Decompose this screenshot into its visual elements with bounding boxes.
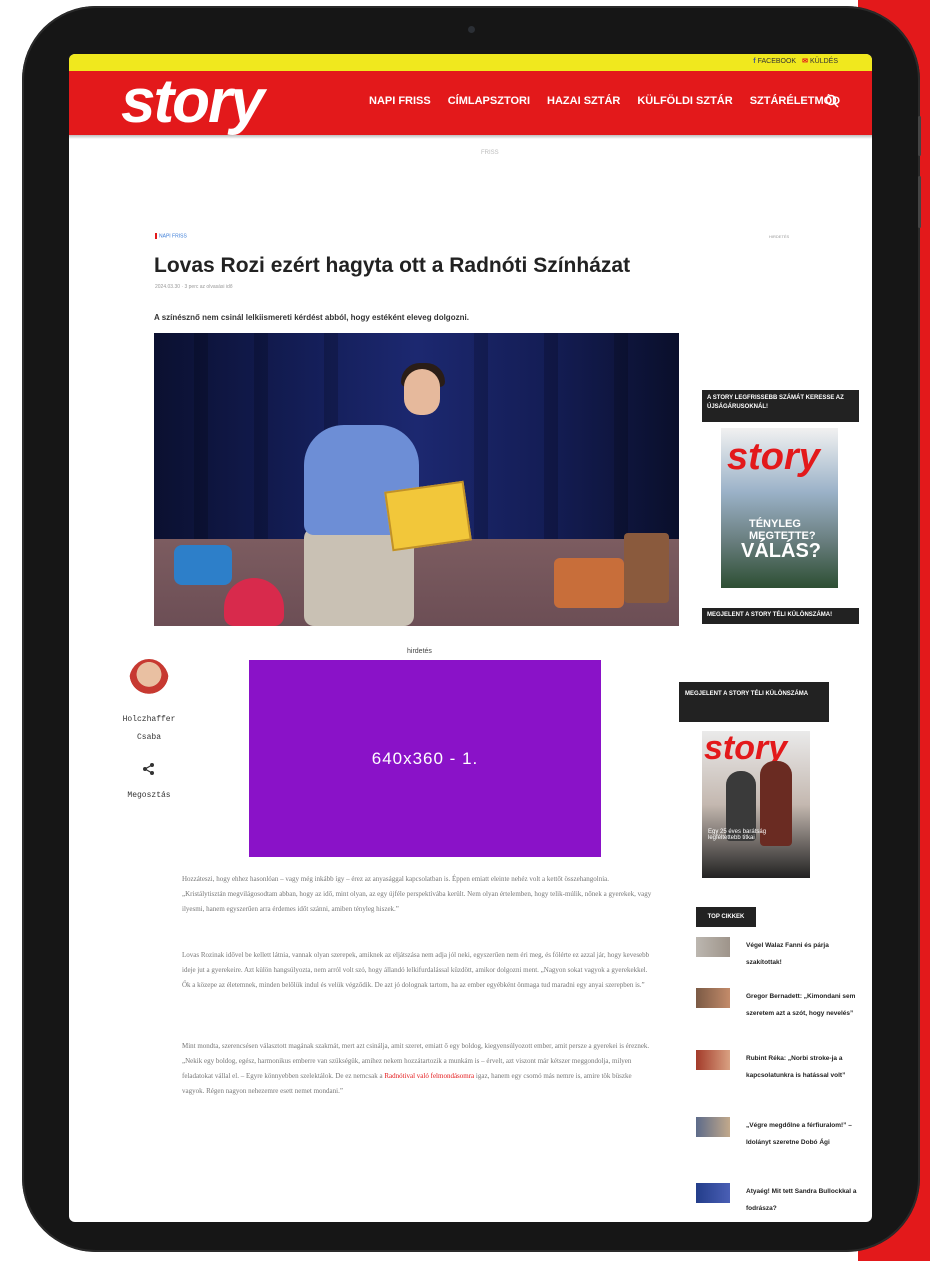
ad-label: hirdetés xyxy=(407,648,432,655)
top-article-thumb[interactable] xyxy=(696,1117,730,1137)
top-article-item[interactable]: Rubint Réka: „Norbi stroke-ja a kapcsola… xyxy=(696,1050,866,1100)
cover-small-text: TÉNYLEG MEGTETTE? xyxy=(749,518,816,542)
nav-cimlapsztori[interactable]: CÍMLAPSZTORI xyxy=(448,95,530,107)
camera-dot xyxy=(468,26,475,33)
tagline: FRISS xyxy=(481,150,499,156)
top-article-thumb[interactable] xyxy=(696,1050,730,1070)
share-block[interactable]: Megosztás xyxy=(109,762,189,800)
nav-hazai-sztar[interactable]: HAZAI SZTÁR xyxy=(547,95,620,107)
nav-shadow xyxy=(69,135,872,139)
promo-winter-issue-link[interactable]: MEGJELENT A STORY TÉLI KÜLÖNSZÁMA! xyxy=(702,608,859,624)
main-nav: NAPI FRISS CÍMLAPSZTORI HAZAI SZTÁR KÜLF… xyxy=(369,95,840,107)
hero-image xyxy=(154,333,679,626)
category-label[interactable]: NAPI FRISS xyxy=(155,233,187,239)
article-paragraph-3: Mint mondta, szerencsésen választott mag… xyxy=(182,1039,652,1099)
author-avatar[interactable] xyxy=(129,659,169,703)
cover-winter-text: Egy 25 éves barátság legféltettebb titka… xyxy=(708,829,767,841)
site-logo[interactable]: story xyxy=(121,71,265,133)
author-name[interactable]: Holczhaffer Csaba xyxy=(109,711,189,747)
top-article-title[interactable]: Gregor Bernadett: „Kimondani sem szerete… xyxy=(746,988,866,1022)
cover-big-text: VÁLÁS? xyxy=(741,540,821,562)
article-paragraph-1: Hozzáteszi, hogy ehhez hasonlóan – vagy … xyxy=(182,875,652,913)
top-links: f FACEBOOK ✉ KÜLDÉS xyxy=(753,57,838,66)
promo-winter-issue-title: MEGJELENT A STORY TÉLI KÜLÖNSZÁMA xyxy=(679,682,829,722)
facebook-link[interactable]: f FACEBOOK xyxy=(753,57,796,65)
top-article-thumb[interactable] xyxy=(696,937,730,957)
top-article-thumb[interactable] xyxy=(696,988,730,1008)
magazine-cover-latest[interactable]: story TÉNYLEG MEGTETTE? VÁLÁS? xyxy=(721,428,838,588)
volume-button xyxy=(918,116,921,156)
article-paragraph-2: Lovas Rozinak idővel be kellett látnia, … xyxy=(182,951,650,989)
facebook-label: FACEBOOK xyxy=(757,57,797,65)
nav-kulfoldi-sztar[interactable]: KÜLFÖLDI SZTÁR xyxy=(637,95,732,107)
promo-latest-issue-title: A STORY LEGFRISSEBB SZÁMÁT KERESSE AZ ÚJ… xyxy=(702,390,859,422)
top-article-title[interactable]: Végel Walaz Fanni és párja szakítottak! xyxy=(746,937,866,971)
top-article-title[interactable]: Rubint Réka: „Norbi stroke-ja a kapcsola… xyxy=(746,1050,866,1084)
share-icon[interactable] xyxy=(142,762,156,776)
top-article-item[interactable]: „Végre megdőlne a férfiuralom!” – Idolán… xyxy=(696,1117,866,1167)
top-article-item[interactable]: Végel Walaz Fanni és párja szakítottak! xyxy=(696,937,866,987)
mail-label: KÜLDÉS xyxy=(809,57,838,65)
nav-napi-friss[interactable]: NAPI FRISS xyxy=(369,95,431,107)
article-meta: 2024.03.30 · 3 perc az olvasási idő xyxy=(155,284,233,290)
magazine-cover-winter[interactable]: story Egy 25 éves barátság legféltettebb… xyxy=(702,731,810,878)
facebook-icon: f xyxy=(753,57,756,65)
article-lead: A színésznő nem csinál lelkiismereti kér… xyxy=(154,313,469,322)
top-article-title[interactable]: „Végre megdőlne a férfiuralom!” – Idolán… xyxy=(746,1117,866,1151)
top-article-item[interactable]: Atyaég! Mit tett Sandra Bullockkal a fod… xyxy=(696,1183,866,1222)
main-navbar: story NAPI FRISS CÍMLAPSZTORI HAZAI SZTÁ… xyxy=(69,71,872,135)
ad-banner[interactable]: 640x360 - 1. xyxy=(249,660,601,857)
mail-link[interactable]: ✉ KÜLDÉS xyxy=(802,57,838,66)
author-block: Holczhaffer Csaba xyxy=(109,659,189,747)
top-article-item[interactable]: Gregor Bernadett: „Kimondani sem szerete… xyxy=(696,988,866,1038)
top-articles-title: TOP CIKKEK xyxy=(696,907,756,927)
power-button xyxy=(918,176,921,228)
article-title: Lovas Rozi ezért hagyta ott a Radnóti Sz… xyxy=(154,254,631,277)
radnoti-link[interactable]: Radnótival való felmondásomra xyxy=(384,1072,474,1080)
category-right-label: HIRDETÉS xyxy=(769,234,790,239)
top-article-thumb[interactable] xyxy=(696,1183,730,1203)
mail-icon: ✉ xyxy=(802,58,808,65)
top-article-title[interactable]: Atyaég! Mit tett Sandra Bullockkal a fod… xyxy=(746,1183,866,1217)
search-icon[interactable] xyxy=(825,94,839,108)
share-label: Megosztás xyxy=(127,791,171,800)
browser-screen: f FACEBOOK ✉ KÜLDÉS story NAPI FRISS CÍMLA… xyxy=(69,54,872,1222)
